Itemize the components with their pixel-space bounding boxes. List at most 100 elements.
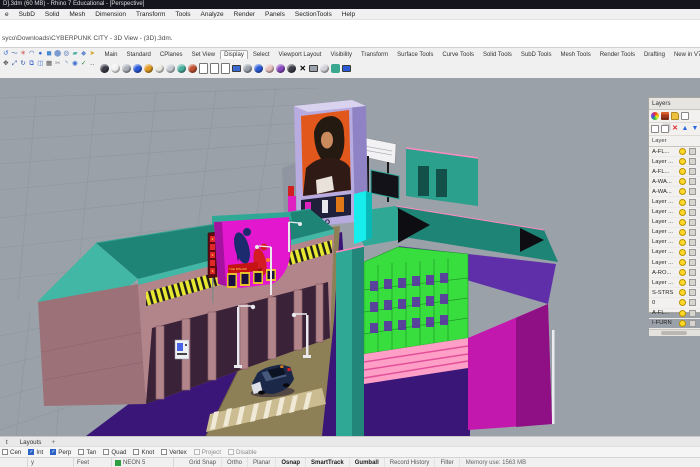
annotate-icon[interactable]: ➤ [88,50,96,58]
osnap-toggle[interactable]: Project [194,449,221,456]
layer-visibility-bulb-icon[interactable] [679,168,686,175]
mirror-icon[interactable]: ◫ [37,60,45,68]
curve-icon[interactable]: 〜 [11,50,19,58]
sweep-icon[interactable]: ◆ [80,50,88,58]
A-FL...[interactable]: A-FL... [649,167,700,177]
move-layer-up-icon[interactable]: ▲ [681,125,689,133]
menu-item[interactable]: Mesh [64,11,90,18]
menu-item[interactable]: e [0,11,14,18]
checkbox[interactable] [133,449,139,455]
street-lamp[interactable] [552,330,555,424]
new-sublayer-icon[interactable] [661,125,669,133]
move-icon[interactable]: ✥ [2,60,10,68]
layer-visibility-bulb-icon[interactable] [679,158,686,165]
neon-pillar[interactable] [354,191,372,244]
toolbar-tab[interactable]: SubD Tools [516,50,556,59]
toolbar-tab[interactable]: Main [100,50,122,59]
layer-visibility-bulb-icon[interactable] [679,199,686,206]
layer-lock-icon[interactable] [689,168,696,175]
toolbar-tab[interactable]: CPlanes [155,50,187,59]
layer-visibility-bulb-icon[interactable] [679,320,686,327]
S-STRS[interactable]: S-STRS [649,288,700,298]
layer-column-header[interactable]: Layer [649,136,700,147]
checkbox[interactable] [2,449,8,455]
checkbox[interactable] [78,449,84,455]
surface-icon[interactable]: ▰ [71,50,79,58]
layer-lock-icon[interactable] [689,148,696,155]
layer-lock-icon[interactable] [689,178,696,185]
pink-tower[interactable]: THE BISHOP [212,212,292,288]
card-display-icon[interactable] [199,63,209,73]
osnap-toggle[interactable]: Tan [78,449,96,456]
menu-item[interactable]: Transform [131,11,170,18]
layer-visibility-bulb-icon[interactable] [679,239,686,246]
monitor-display-icon[interactable] [232,63,242,73]
panel-display-icon[interactable] [342,63,352,73]
command-history[interactable]: syco\Downloads\CYBERPUNK CITY - 3D View … [0,20,700,48]
checkbox[interactable] [228,449,234,455]
layer-lock-icon[interactable] [689,269,696,276]
osnap-toggle[interactable]: Int [28,449,43,456]
checkbox[interactable] [103,449,109,455]
array-icon[interactable]: ▦ [45,60,53,68]
card-display-icon[interactable] [210,63,220,73]
0[interactable]: 0 [649,298,700,308]
layer-lock-icon[interactable] [689,289,696,296]
menu-item[interactable]: Analyze [196,11,229,18]
Layer ...[interactable]: Layer ... [649,218,700,228]
arctic-display-icon[interactable] [155,63,165,73]
toolbar-tab[interactable]: Mesh Tools [556,50,595,59]
toolbar-tab[interactable]: Render Tools [595,50,639,59]
viewport-tab-layouts[interactable]: Layouts [14,439,48,446]
layer-lock-icon[interactable] [689,279,696,286]
layer-visibility-bulb-icon[interactable] [679,209,686,216]
box-icon[interactable]: ◼ [45,50,53,58]
menu-item[interactable]: Help [337,11,360,18]
Layer ...[interactable]: Layer ... [649,208,700,218]
Layer ...[interactable]: Layer ... [649,278,700,288]
Layer ...[interactable]: Layer ... [649,258,700,268]
plugin-puzzle-icon[interactable] [331,63,341,73]
check-icon[interactable]: ✓ [80,60,88,68]
osnap-toggle[interactable]: Quad [103,449,126,456]
active-layer-cell[interactable]: NEON 5 [112,458,174,467]
viewport-canvas[interactable]: METRO [0,78,700,436]
rotate-icon[interactable]: ↻ [19,60,27,68]
layer-lock-icon[interactable] [689,259,696,266]
viewport-tab-partial[interactable]: t [0,439,14,446]
technical-display-icon[interactable] [177,63,187,73]
layer-lock-icon[interactable] [689,188,696,195]
pen-display-icon[interactable] [166,63,176,73]
layer-visibility-bulb-icon[interactable] [679,279,686,286]
A-WA...[interactable]: A-WA... [649,177,700,187]
checkbox[interactable] [194,449,200,455]
A-FL...[interactable]: A-FL... [649,309,700,319]
copy-icon[interactable]: ⧉ [28,60,36,68]
menu-item[interactable]: SectionTools [290,11,337,18]
layer-visibility-bulb-icon[interactable] [679,148,686,155]
new-layer-icon[interactable] [651,125,659,133]
status-toggle[interactable]: Grid Snap [184,458,222,467]
layer-lock-icon[interactable] [689,229,696,236]
status-toggle[interactable]: Filter [435,458,459,467]
osnap-toggle[interactable]: Cen [2,449,21,456]
dark-sphere-icon[interactable] [287,63,297,73]
A-FL...[interactable]: A-FL... [649,147,700,157]
control-points-icon[interactable]: ✳ [19,50,27,58]
layer-visibility-bulb-icon[interactable] [679,188,686,195]
toolbar-tab[interactable]: New in V7 [669,50,700,59]
layer-visibility-bulb-icon[interactable] [679,219,686,226]
layer-visibility-bulb-icon[interactable] [679,178,686,185]
layers-horizontal-scrollbar[interactable] [649,329,700,336]
toolbar-tab[interactable]: Visibility [326,50,357,59]
layer-visibility-bulb-icon[interactable] [679,249,686,256]
wireframe-display-icon[interactable] [100,63,110,73]
toolbar-tab[interactable]: Solid Tools [478,50,516,59]
card-display-icon[interactable] [221,63,231,73]
undo-icon[interactable]: ↺ [2,50,10,58]
move-layer-down-icon[interactable]: ▼ [691,125,699,133]
osnap-toggle[interactable]: Vertex [161,449,187,456]
add-viewport-tab-button[interactable]: + [47,439,59,446]
toolbar-tab[interactable]: Standard [122,50,155,59]
layer-visibility-bulb-icon[interactable] [679,289,686,296]
